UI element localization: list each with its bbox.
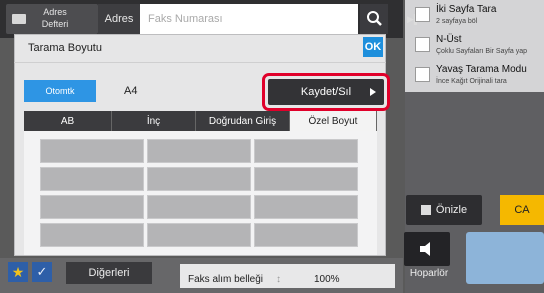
preview-icon <box>420 205 431 215</box>
dialog-title: Tarama Boyutu <box>28 42 102 54</box>
ca-button[interactable]: CA <box>500 195 544 225</box>
auto-button[interactable]: Otomtk <box>24 80 96 102</box>
address-book-icon <box>12 14 26 24</box>
others-button[interactable]: Diğerleri <box>66 262 152 284</box>
n-up-option[interactable]: N-Üst Çoklu Sayfaları Bir Sayfa yap <box>415 32 540 60</box>
save-delete-button[interactable]: Kaydet/Sıl <box>268 79 384 105</box>
start-button[interactable] <box>466 232 544 284</box>
speaker-label: Hoparlör <box>409 268 449 279</box>
search-icon <box>367 11 382 26</box>
tab-direct-entry[interactable]: Doğrudan Giriş <box>196 111 290 131</box>
tab-custom-size[interactable]: Özel Boyut <box>290 111 377 131</box>
selected-size-value: A4 <box>124 85 138 97</box>
search-button[interactable] <box>360 4 388 34</box>
custom-size-grid <box>24 131 377 255</box>
preview-button[interactable]: Önizle <box>406 195 482 225</box>
custom-size-slot[interactable] <box>147 139 251 163</box>
custom-size-slot[interactable] <box>40 167 144 191</box>
custom-size-slot[interactable] <box>40 223 144 247</box>
address-book-button[interactable]: Adres Defteri <box>6 4 98 34</box>
custom-size-slot[interactable] <box>147 167 251 191</box>
slow-scan-option[interactable]: Yavaş Tarama Modu İnce Kağıt Orijinali t… <box>415 62 540 90</box>
checkbox[interactable] <box>415 67 430 82</box>
two-page-scan-option[interactable]: İki Sayfa Tara 2 sayfaya böl <box>415 2 540 30</box>
custom-size-slot[interactable] <box>40 139 144 163</box>
custom-size-slot[interactable] <box>254 223 358 247</box>
custom-size-slot[interactable] <box>147 195 251 219</box>
info-icon: ↕ <box>276 274 281 285</box>
ok-button[interactable]: OK <box>363 37 383 57</box>
divider <box>14 62 386 63</box>
address-tab[interactable]: Adres <box>98 4 140 34</box>
checkbox[interactable] <box>415 7 430 22</box>
custom-size-slot[interactable] <box>254 195 358 219</box>
favorite-star-icon[interactable]: ★ <box>8 262 28 282</box>
fax-memory-status: Faks alım belleği ↕ 100% <box>180 264 395 288</box>
custom-size-slot[interactable] <box>147 223 251 247</box>
speaker-button[interactable] <box>404 232 450 266</box>
speaker-icon <box>420 242 430 256</box>
checkbox[interactable] <box>415 37 430 52</box>
fax-number-input[interactable]: Faks Numarası <box>140 4 358 34</box>
tab-inch[interactable]: İnç <box>112 111 196 131</box>
check-icon[interactable]: ✓ <box>32 262 52 282</box>
custom-size-slot[interactable] <box>40 195 144 219</box>
tab-ab[interactable]: AB <box>24 111 112 131</box>
memory-value: 100% <box>314 274 340 285</box>
custom-size-slot[interactable] <box>254 139 358 163</box>
custom-size-slot[interactable] <box>254 167 358 191</box>
memory-label: Faks alım belleği <box>188 274 264 285</box>
address-book-label: Adres Defteri <box>41 7 69 29</box>
arrow-right-icon <box>370 88 376 96</box>
